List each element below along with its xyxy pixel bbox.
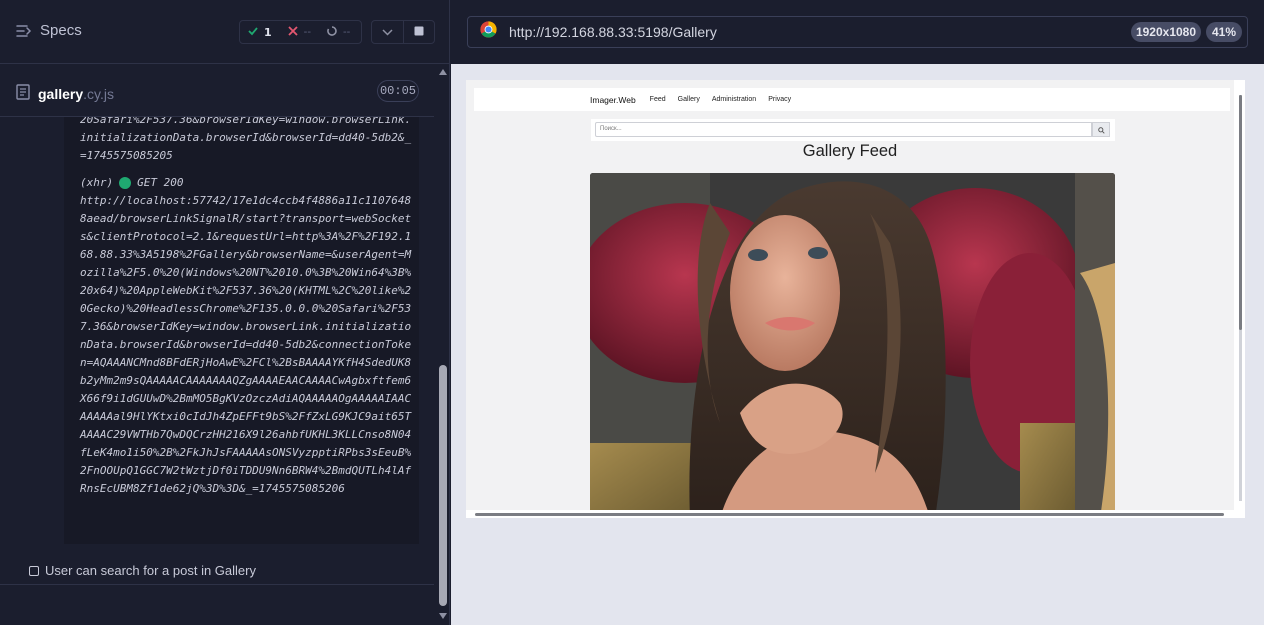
specs-label: Specs [40,22,82,39]
run-stats: 1 -- -- [239,20,362,44]
document-icon [16,84,30,103]
nav-link-gallery[interactable]: Gallery [678,96,700,103]
app-horizontal-scrollbar[interactable] [471,512,1237,517]
app-brand[interactable]: Imager.Web [590,95,636,105]
command-log: 20Safari%2F537.36&browserIdKey=window.br… [64,117,419,544]
url-bar[interactable]: http://192.168.88.33:5198/Gallery 1920x1… [467,16,1248,48]
scroll-down-icon[interactable] [439,613,447,619]
log-entry-xhr[interactable]: (xhr) GET 200 [80,174,415,192]
spec-file-ext: .cy.js [83,85,114,102]
passed-stat: 1 [240,25,280,39]
nav-link-privacy[interactable]: Privacy [768,96,791,103]
portrait-image [590,173,1115,510]
nav-link-administration[interactable]: Administration [712,96,756,103]
app-navbar: Imager.Web Feed Gallery Administration P… [474,88,1230,111]
spec-file-title[interactable]: gallery.cy.js [16,84,114,103]
passed-count: 1 [264,25,272,39]
url-text: http://192.168.88.33:5198/Gallery [509,24,717,40]
log-entry-previous: 20Safari%2F537.36&browserIdKey=window.br… [80,117,412,162]
runner-header: Specs 1 -- -- [0,0,450,64]
app-preview-panel: http://192.168.88.33:5198/Gallery 1920x1… [451,0,1264,625]
x-icon [288,25,298,39]
v-scroll-thumb[interactable] [1239,95,1242,330]
pending-stat: -- [319,25,358,39]
xhr-tag: (xhr) [80,176,114,189]
cypress-runner: Specs 1 -- -- gallery.cy.js 00:05 20Safa… [0,0,1264,625]
search-icon [1097,121,1105,139]
failed-stat: -- [280,25,319,39]
spec-runner-panel: Specs 1 -- -- gallery.cy.js 00:05 20Safa… [0,0,450,625]
scrollbar-thumb[interactable] [439,365,447,606]
preview-header: http://192.168.88.33:5198/Gallery 1920x1… [451,0,1264,64]
app-iframe: Imager.Web Feed Gallery Administration P… [466,80,1245,518]
scroll-up-icon[interactable] [439,69,447,75]
check-icon [248,25,258,39]
search-bar: Поиск... [591,119,1115,141]
gallery-heading: Gallery Feed [802,142,898,160]
specs-list-icon [16,24,32,38]
log-scrollbar[interactable] [437,65,449,625]
command-log-content: 20Safari%2F537.36&browserIdKey=window.br… [80,117,415,498]
zoom-badge[interactable]: 41% [1206,22,1242,42]
test-item[interactable]: User can search for a post in Gallery [0,557,434,585]
pending-count: -- [342,26,351,38]
xhr-status: GET 200 [137,176,184,189]
app-vertical-scrollbar[interactable] [1236,85,1244,511]
search-input[interactable]: Поиск... [595,122,1092,137]
spinner-icon [327,25,337,39]
search-button[interactable] [1092,122,1110,137]
status-dot-icon [119,177,132,189]
stop-button[interactable] [403,21,434,43]
failed-count: -- [303,26,311,38]
h-scroll-thumb[interactable] [475,513,1224,516]
spec-file-header: gallery.cy.js 00:05 [0,65,434,117]
gallery-post-image[interactable] [590,173,1115,510]
xhr-url: http://localhost:57742/17e1dc4ccb4f4886a… [80,194,412,495]
nav-link-feed[interactable]: Feed [650,96,666,103]
test-status-icon [29,565,39,576]
app-page: Imager.Web Feed Gallery Administration P… [466,80,1234,510]
specs-toggle[interactable]: Specs [16,22,82,39]
spec-file-name: gallery [38,85,84,102]
options-button[interactable] [372,21,403,43]
spec-duration: 00:05 [377,80,419,102]
stop-icon [414,23,424,41]
viewport-badge[interactable]: 1920x1080 [1131,22,1201,42]
chevron-down-icon [382,23,393,41]
test-title: User can search for a post in Gallery [45,563,256,578]
run-controls [371,20,435,44]
chrome-icon [480,21,497,43]
